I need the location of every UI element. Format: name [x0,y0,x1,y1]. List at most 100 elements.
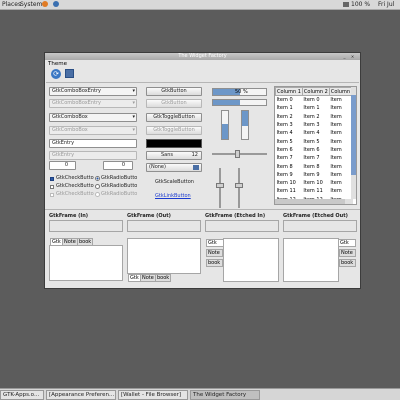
link-button[interactable]: GtkLinkButton [155,193,191,199]
tree-view[interactable]: Column 1 Column 2 Column Item 0 Item 0 Item I… [274,86,357,205]
toggle-button[interactable]: GtkToggleButton [146,113,202,122]
notebook-left-tab-1[interactable]: Gtk [206,239,224,247]
font-button[interactable]: Sans 12 [146,151,202,160]
tree-row[interactable]: Item 3 Item 3 Item [276,121,352,129]
tree-cell: Item 1 [303,105,320,112]
tree-row[interactable]: Item 0 Item 0 Item [276,96,352,105]
battery-icon [343,2,349,7]
progress-bar: 50 % [212,88,267,96]
notebook-bottom-tab-3[interactable]: book [155,274,172,282]
vertical-scrollbar[interactable] [351,87,356,199]
notebook-right-tab-1[interactable]: Gtk [338,239,356,247]
frame-in [49,220,123,232]
check-label-1: GtkCheckButto [56,175,94,181]
notebook-bottom-tab-1[interactable]: Gtk [128,274,141,282]
tree-row[interactable]: Item 5 Item 5 Item [276,137,352,145]
horizontal-scrollbar-thumb[interactable] [275,199,345,204]
tree-cell: Item [330,155,342,162]
save-icon[interactable] [65,69,74,78]
notebook-top-tab-1[interactable]: Gtk [50,238,63,246]
window-titlebar[interactable]: The Widget Factory _ ✕ [45,53,360,60]
combo-box-entry-disabled: GtkComboBoxEntry ▾ [49,99,137,108]
task-wallet-file-browser[interactable]: [Wallet - File Browser] [118,390,188,400]
help-icon[interactable] [53,1,59,7]
spin-button-1[interactable]: 0 [49,161,76,170]
tree-cell: Item [330,122,342,129]
color-button[interactable] [146,139,202,148]
tree-row[interactable]: Item 8 Item 8 Item [276,162,352,170]
notebook-left [223,238,279,282]
tree-column-header[interactable]: Column [328,87,353,96]
radio-button-2[interactable] [95,184,100,189]
radio-button-1[interactable] [95,176,100,181]
tree-cell: Item 10 [303,180,323,187]
check-label-2: GtkCheckButto [56,183,94,189]
window-title: The Widget Factory [178,53,227,59]
system-menu[interactable]: System [20,1,42,8]
combo-box-entry[interactable]: GtkComboBoxEntry ▾ [49,87,137,96]
tree-row[interactable]: Item 4 Item 4 Item [276,129,352,137]
tree-cell: Item 3 [303,122,320,129]
scale-slider-handle[interactable] [235,150,240,158]
tree-cell: Item 2 [303,113,320,120]
firefox-icon[interactable] [42,1,48,7]
chevron-down-icon: ▾ [132,127,135,133]
close-icon[interactable]: ✕ [350,54,355,59]
spin-button-2[interactable]: 0 [103,161,133,170]
gtk-button[interactable]: GtkButton [146,87,202,96]
vertical-scale-2[interactable] [238,168,240,208]
progress-bar-2 [212,99,267,106]
combo-box[interactable]: GtkComboBox ▾ [49,113,137,122]
vertical-progress-1 [221,110,229,140]
vertical-scale-1[interactable] [219,168,221,208]
tree-row[interactable]: Item 2 Item 2 Item [276,113,352,121]
tree-row[interactable]: Item 1 Item 1 Item [276,104,352,112]
tree-row[interactable]: Item 9 Item 9 Item [276,171,352,179]
notebook-right-tab-2[interactable]: Note [339,249,356,257]
tree-cell: Item 9 [303,171,320,178]
tree-row[interactable]: Item 10 Item 10 Item [276,179,352,187]
notebook-top [49,245,123,281]
vertical-scale-handle-2[interactable] [235,183,243,188]
tree-column-header[interactable]: Column 1 [275,87,303,96]
tree-cell: Item 4 [276,130,293,137]
tree-cell: Item 0 [276,97,293,104]
folder-icon [193,165,199,170]
tree-cell: Item 0 [303,97,320,104]
check-button-1[interactable] [50,177,54,181]
scrollbar-thumb[interactable] [351,95,356,175]
vertical-scale-handle-1[interactable] [216,183,224,188]
tree-row[interactable]: Item 7 Item 7 Item [276,154,352,162]
notebook-top-tab-3[interactable]: book [77,238,94,246]
tree-cell: Item 10 [276,180,296,187]
tree-cell: Item 4 [303,130,320,137]
task-widget-factory[interactable]: The Widget Factory [190,390,260,400]
text-entry[interactable]: GtkEntry [49,139,137,148]
tree-column-header[interactable]: Column 2 [301,87,330,96]
check-button-2[interactable] [50,185,54,189]
tree-cell: Item 8 [276,163,293,170]
radio-button-3 [95,192,100,197]
notebook-top-tab-2[interactable]: Note [62,238,78,246]
notebook-right [283,238,339,282]
task-gtk-apps[interactable]: GTK-Apps.o... [0,390,44,400]
tree-cell: Item 1 [276,105,293,112]
menu-theme[interactable]: Theme [48,60,67,68]
refresh-icon[interactable]: ⟳ [51,69,61,79]
notebook-bottom [127,238,201,274]
scale-button[interactable]: GtkScaleButton [155,179,194,185]
radio-label-2: GtkRadioButto [101,183,138,189]
tree-row[interactable]: Item 6 Item 6 Item [276,146,352,154]
tree-row[interactable]: Item 11 Item 11 Item [276,187,352,195]
notebook-left-tab-3[interactable]: book [206,259,223,267]
file-chooser-button[interactable]: (None) [146,163,202,172]
notebook-bottom-tab-2[interactable]: Note [140,274,156,282]
places-menu[interactable]: Places [2,1,21,8]
horizontal-scrollbar[interactable] [275,199,353,204]
task-appearance-preferences[interactable]: [Appearance Preferen... [46,390,116,400]
clock[interactable]: Fri Jul [378,1,394,8]
separator [45,209,360,210]
minimize-icon[interactable]: _ [342,54,347,59]
notebook-right-tab-3[interactable]: book [339,259,356,267]
notebook-left-tab-2[interactable]: Note [206,249,223,257]
